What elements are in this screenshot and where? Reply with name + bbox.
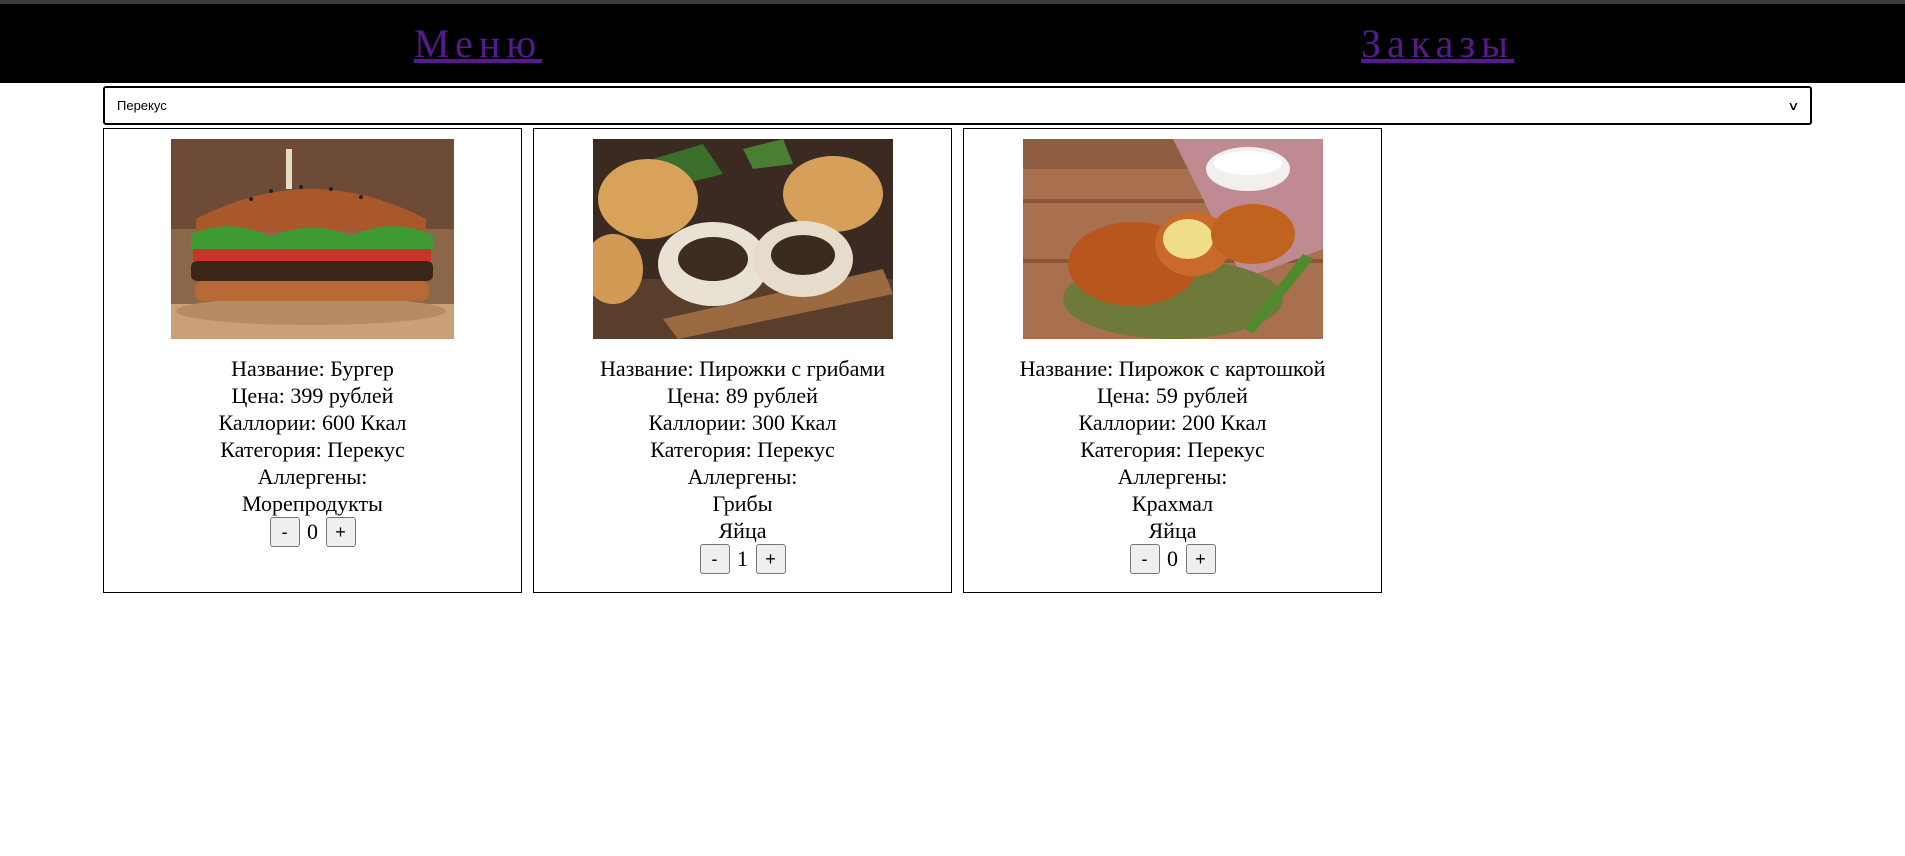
navbar: Меню Заказы bbox=[0, 4, 1905, 83]
product-name: Название: Пирожок с картошкой bbox=[1019, 356, 1326, 381]
product-category: Категория: Перекус bbox=[1080, 437, 1265, 462]
product-card: Название: Бургер Цена: 399 рублей Каллор… bbox=[103, 128, 522, 593]
product-calories: Каллории: 300 Ккал bbox=[648, 410, 837, 435]
product-category: Категория: Перекус bbox=[650, 437, 835, 462]
product-price: Цена: 59 рублей bbox=[1097, 383, 1248, 408]
allergen-item: Грибы bbox=[712, 491, 773, 516]
increase-button[interactable]: + bbox=[325, 517, 356, 547]
category-filter[interactable]: Перекус ∨ bbox=[103, 86, 1812, 125]
product-calories: Каллории: 200 Ккал bbox=[1078, 410, 1267, 435]
mushroom-pies-image bbox=[592, 139, 893, 339]
product-info: Название: Пирожок с картошкой Цена: 59 р… bbox=[964, 355, 1381, 544]
product-price: Цена: 89 рублей bbox=[667, 383, 818, 408]
product-price: Цена: 399 рублей bbox=[231, 383, 394, 408]
category-select[interactable]: Перекус ∨ bbox=[103, 86, 1812, 125]
allergen-item: Яйца bbox=[1148, 518, 1197, 543]
allergen-item: Яйца bbox=[718, 518, 767, 543]
potato-pie-image bbox=[1022, 139, 1323, 339]
product-category: Категория: Перекус bbox=[220, 437, 405, 462]
increase-button[interactable]: + bbox=[755, 544, 786, 574]
decrease-button[interactable]: - bbox=[269, 517, 300, 547]
burger-image bbox=[171, 139, 454, 339]
quantity-stepper: - 0 + bbox=[104, 517, 521, 547]
nav-link-orders[interactable]: Заказы bbox=[1361, 20, 1514, 68]
allergens-label: Аллергены: bbox=[687, 464, 798, 489]
quantity-value: 0 bbox=[1167, 546, 1178, 571]
allergen-item: Морепродукты bbox=[242, 491, 383, 516]
product-calories: Каллории: 600 Ккал bbox=[218, 410, 407, 435]
decrease-button[interactable]: - bbox=[1129, 544, 1160, 574]
increase-button[interactable]: + bbox=[1185, 544, 1216, 574]
product-info: Название: Пирожки с грибами Цена: 89 руб… bbox=[534, 355, 951, 544]
product-info: Название: Бургер Цена: 399 рублей Каллор… bbox=[104, 355, 521, 517]
product-name: Название: Бургер bbox=[231, 356, 394, 381]
product-name: Название: Пирожки с грибами bbox=[599, 356, 886, 381]
allergens-label: Аллергены: bbox=[1117, 464, 1228, 489]
decrease-button[interactable]: - bbox=[699, 544, 730, 574]
category-select-value: Перекус bbox=[117, 98, 167, 113]
allergen-item: Крахмал bbox=[1131, 491, 1214, 516]
product-card: Название: Пирожки с грибами Цена: 89 руб… bbox=[533, 128, 952, 593]
quantity-stepper: - 1 + bbox=[534, 544, 951, 574]
quantity-value: 1 bbox=[737, 546, 748, 571]
allergens-label: Аллергены: bbox=[257, 464, 368, 489]
quantity-value: 0 bbox=[307, 519, 318, 544]
nav-link-menu[interactable]: Меню bbox=[414, 20, 542, 68]
quantity-stepper: - 0 + bbox=[964, 544, 1381, 574]
product-card: Название: Пирожок с картошкой Цена: 59 р… bbox=[963, 128, 1382, 593]
chevron-down-icon: ∨ bbox=[1787, 98, 1800, 113]
